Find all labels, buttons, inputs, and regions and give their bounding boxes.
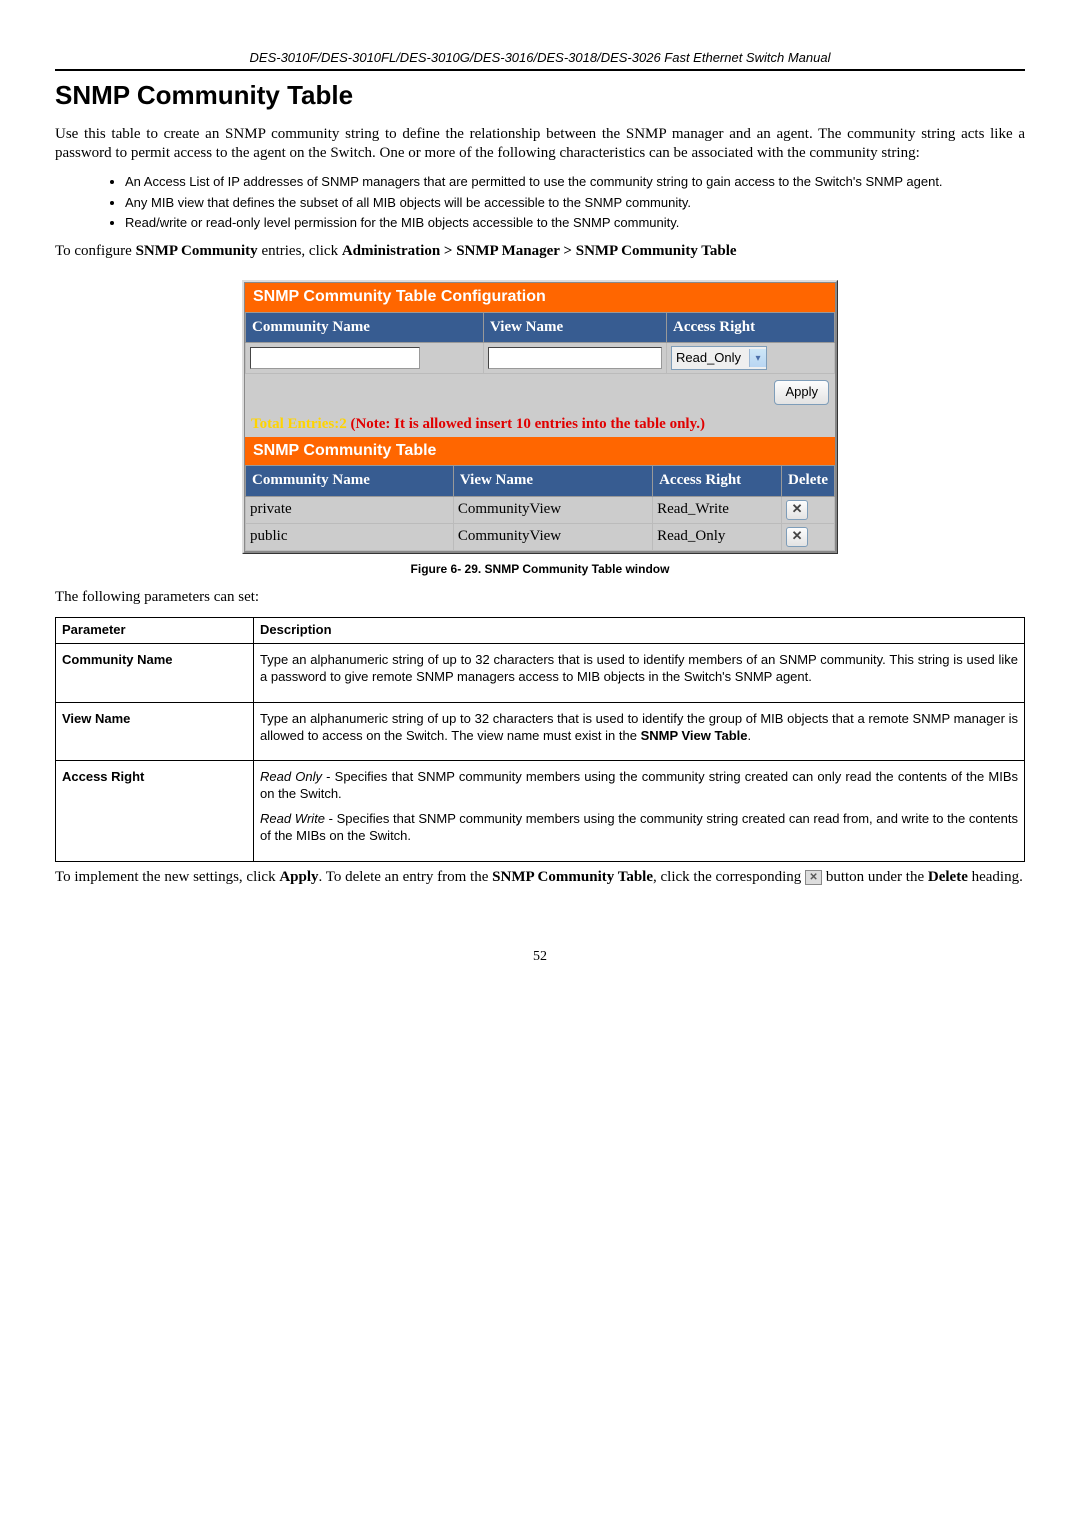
entries-warning: (Note: It is allowed insert 10 entries i… — [350, 416, 705, 432]
param-desc: Read Write - Specifies that SNMP communi… — [260, 811, 1018, 845]
cell-access: Read_Only — [653, 523, 782, 550]
nav-path: Administration > SNMP Manager > SNMP Com… — [342, 243, 737, 259]
list-item: An Access List of IP addresses of SNMP m… — [125, 174, 1025, 191]
following-text: The following parameters can set: — [55, 588, 1025, 608]
apply-button[interactable]: Apply — [774, 380, 829, 405]
param-header: Parameter — [56, 618, 254, 644]
table-row: private CommunityView Read_Write ✕ — [246, 496, 835, 523]
text: entries, click — [258, 243, 342, 259]
chevron-down-icon: ▾ — [749, 349, 766, 367]
param-name: Community Name — [62, 652, 173, 667]
table-title-bar: SNMP Community Table — [245, 437, 835, 466]
nav-instruction: To configure SNMP Community entries, cli… — [55, 242, 1025, 262]
col-view-name: View Name — [484, 312, 667, 343]
implementation-note: To implement the new settings, click App… — [55, 868, 1025, 888]
tbl-col-name: Community Name — [246, 466, 454, 497]
config-input-table: Community Name View Name Access Right Re… — [245, 312, 835, 375]
characteristics-list: An Access List of IP addresses of SNMP m… — [55, 174, 1025, 233]
snmp-config-widget: SNMP Community Table Configuration Commu… — [242, 280, 838, 554]
param-desc: Read Only - Specifies that SNMP communit… — [260, 769, 1018, 803]
desc-header: Description — [254, 618, 1025, 644]
list-item: Any MIB view that defines the subset of … — [125, 195, 1025, 212]
delete-button[interactable]: ✕ — [786, 500, 808, 520]
param-name: View Name — [62, 711, 130, 726]
table-row: public CommunityView Read_Only ✕ — [246, 523, 835, 550]
cell-name: public — [246, 523, 454, 550]
param-desc: Type an alphanumeric string of up to 32 … — [260, 652, 1018, 686]
col-community-name: Community Name — [246, 312, 484, 343]
total-entries: Total Entries:2 — [251, 416, 350, 432]
param-desc: Type an alphanumeric string of up to 32 … — [260, 711, 1018, 745]
page-number: 52 — [55, 948, 1025, 966]
cell-access: Read_Write — [653, 496, 782, 523]
view-name-input[interactable] — [488, 347, 662, 369]
text-bold: SNMP Community — [136, 243, 258, 259]
manual-header: DES-3010F/DES-3010FL/DES-3010G/DES-3016/… — [55, 50, 1025, 71]
cell-name: private — [246, 496, 454, 523]
delete-button[interactable]: ✕ — [786, 527, 808, 547]
tbl-col-view: View Name — [453, 466, 652, 497]
community-table: Community Name View Name Access Right De… — [245, 465, 835, 551]
list-item: Read/write or read-only level permission… — [125, 215, 1025, 232]
intro-paragraph: Use this table to create an SNMP communi… — [55, 125, 1025, 164]
close-icon: ✕ — [805, 870, 822, 885]
param-name: Access Right — [62, 769, 144, 784]
col-access-right: Access Right — [667, 312, 835, 343]
tbl-col-access: Access Right — [653, 466, 782, 497]
config-title-bar: SNMP Community Table Configuration — [245, 283, 835, 312]
community-name-input[interactable] — [250, 347, 420, 369]
parameter-table: Parameter Description Community Name Typ… — [55, 617, 1025, 862]
entries-note: Total Entries:2 (Note: It is allowed ins… — [245, 411, 835, 437]
cell-view: CommunityView — [453, 523, 652, 550]
tbl-col-delete: Delete — [782, 466, 835, 497]
access-right-select[interactable]: Read_Only ▾ — [671, 346, 767, 370]
text: To configure — [55, 243, 136, 259]
page-title: SNMP Community Table — [55, 79, 1025, 113]
figure-caption: Figure 6- 29. SNMP Community Table windo… — [55, 562, 1025, 578]
cell-view: CommunityView — [453, 496, 652, 523]
select-value: Read_Only — [676, 350, 741, 367]
